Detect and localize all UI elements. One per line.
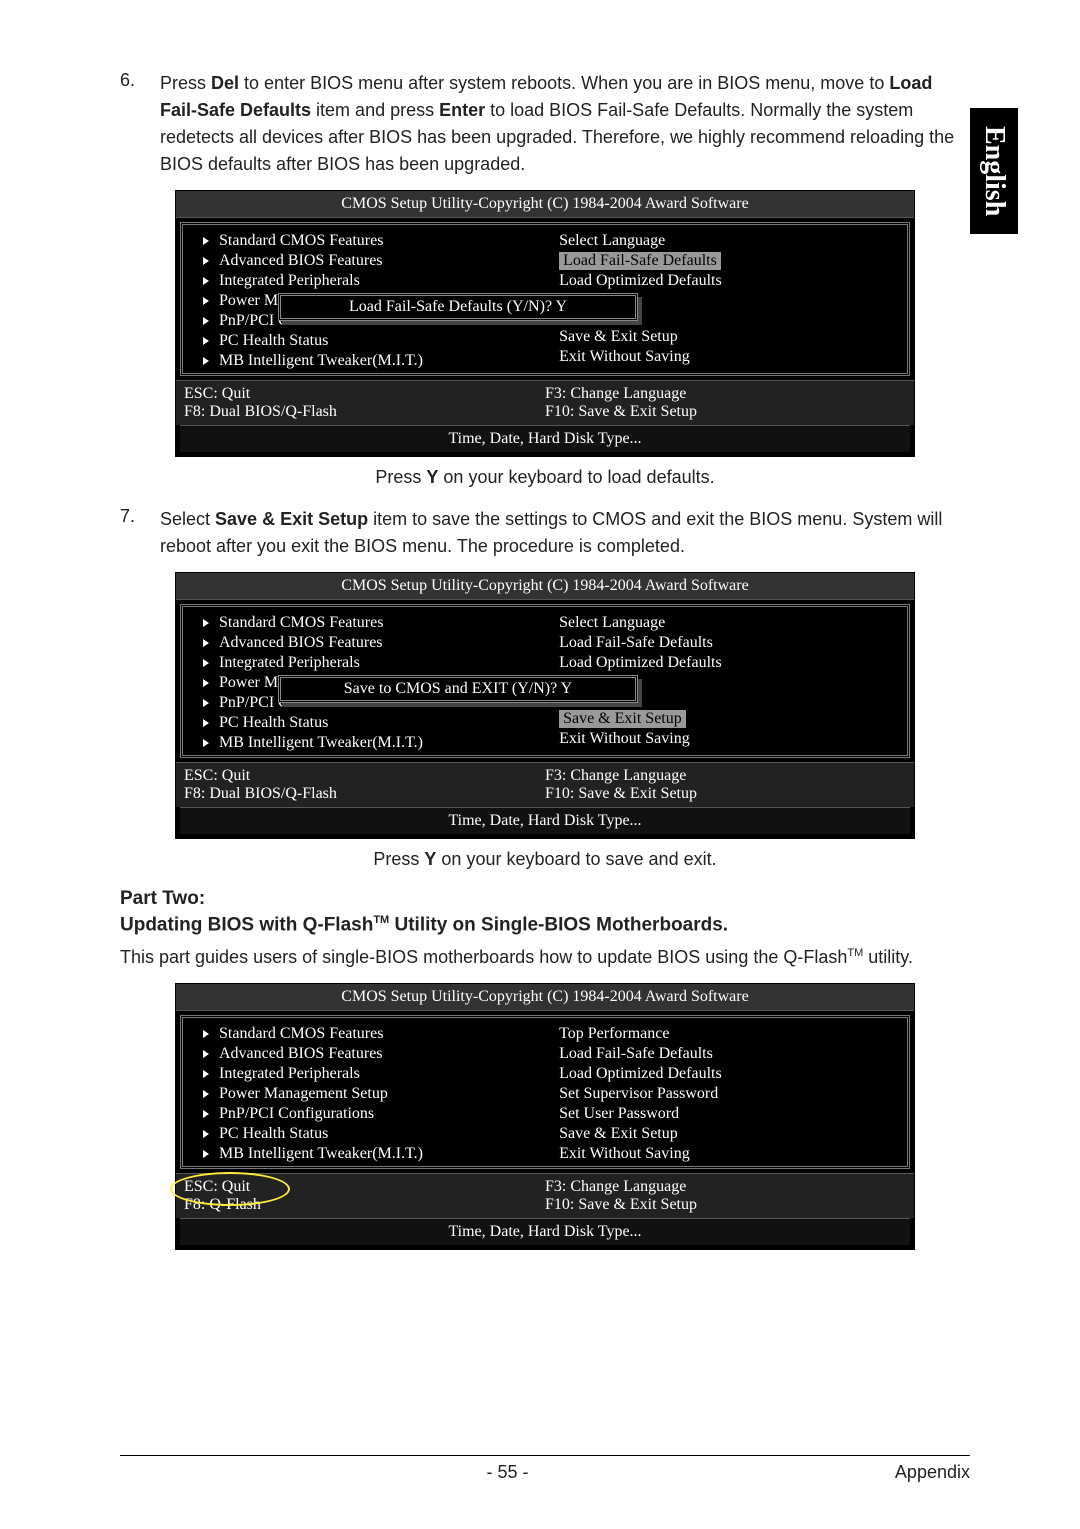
bios-menu-item[interactable]: Select Language: [559, 614, 665, 632]
language-tab: English: [970, 108, 1018, 234]
bios-dialog[interactable]: Save to CMOS and EXIT (Y/N)? Y: [278, 675, 638, 703]
bios-menu-item[interactable]: MB Intelligent Tweaker(M.I.T.): [219, 1145, 423, 1163]
bios-foot-f3: F3: Change Language: [545, 385, 906, 403]
bios-foot-esc: ESC: Quit: [184, 385, 545, 403]
triangle-icon: [203, 739, 209, 747]
bios-menu-item[interactable]: MB Intelligent Tweaker(M.I.T.): [219, 734, 423, 752]
bios-menu-item[interactable]: Load Optimized Defaults: [559, 272, 722, 290]
bios-menu-item[interactable]: Load Fail-Safe Defaults: [559, 1045, 713, 1063]
bios-foot-f3: F3: Change Language: [545, 1178, 906, 1196]
bios-menu-item[interactable]: Exit Without Saving: [559, 348, 690, 366]
bios-menu-item[interactable]: PC Health Status: [219, 332, 328, 350]
bios-foot-f10: F10: Save & Exit Setup: [545, 785, 906, 803]
bios-menu-item[interactable]: Power Management Setup: [219, 1085, 388, 1103]
bios-foot-f10: F10: Save & Exit Setup: [545, 1196, 906, 1214]
bios-menu-item[interactable]: Load Optimized Defaults: [559, 1065, 722, 1083]
bios-menu-item[interactable]: PC Health Status: [219, 714, 328, 732]
bios-menu-item[interactable]: Save & Exit Setup: [559, 1125, 678, 1143]
step-number: 6.: [120, 70, 160, 178]
bios-help-bar: Time, Date, Hard Disk Type...: [180, 1218, 910, 1245]
bios-screen-3: CMOS Setup Utility-Copyright (C) 1984-20…: [175, 983, 915, 1250]
triangle-icon: [203, 1030, 209, 1038]
bios-menu-item[interactable]: Set User Password: [559, 1105, 679, 1123]
triangle-icon: [203, 337, 209, 345]
triangle-icon: [203, 1150, 209, 1158]
bios-menu-item[interactable]: Top Performance: [559, 1025, 669, 1043]
bios-dialog[interactable]: Load Fail-Safe Defaults (Y/N)? Y: [278, 293, 638, 321]
triangle-icon: [203, 257, 209, 265]
bios-menu-item[interactable]: Set Supervisor Password: [559, 1085, 718, 1103]
triangle-icon: [203, 1130, 209, 1138]
triangle-icon: [203, 277, 209, 285]
triangle-icon: [203, 1110, 209, 1118]
bios-title: CMOS Setup Utility-Copyright (C) 1984-20…: [176, 191, 914, 218]
bios-help-bar: Time, Date, Hard Disk Type...: [180, 807, 910, 834]
step-number: 7.: [120, 506, 160, 560]
bios-foot-f8: F8: Q-Flash: [184, 1196, 545, 1214]
bios-menu-item[interactable]: Load Fail-Safe Defaults: [559, 634, 713, 652]
bios-menu-item[interactable]: Select Language: [559, 232, 665, 250]
triangle-icon: [203, 297, 209, 305]
bios-menu-item[interactable]: Integrated Peripherals: [219, 1065, 360, 1083]
step-7-text: Select Save & Exit Setup item to save th…: [160, 506, 970, 560]
bios-menu-item[interactable]: PnP/PCI Configurations: [219, 1105, 374, 1123]
bios-menu-item[interactable]: Integrated Peripherals: [219, 654, 360, 672]
caption-2: Press Y on your keyboard to save and exi…: [120, 849, 970, 870]
bios-menu-item[interactable]: Advanced BIOS Features: [219, 1045, 383, 1063]
bios-screen-1: CMOS Setup Utility-Copyright (C) 1984-20…: [175, 190, 915, 457]
bios-menu-item[interactable]: Exit Without Saving: [559, 1145, 690, 1163]
bios-screen-2: CMOS Setup Utility-Copyright (C) 1984-20…: [175, 572, 915, 839]
bios-foot-f8: F8: Dual BIOS/Q-Flash: [184, 403, 545, 421]
bios-foot-f10: F10: Save & Exit Setup: [545, 403, 906, 421]
bios-menu-item-selected[interactable]: Save & Exit Setup: [559, 710, 686, 728]
bios-title: CMOS Setup Utility-Copyright (C) 1984-20…: [176, 573, 914, 600]
bios-menu-item[interactable]: Advanced BIOS Features: [219, 634, 383, 652]
triangle-icon: [203, 1050, 209, 1058]
bios-foot-esc: ESC: Quit: [184, 767, 545, 785]
bios-help-bar: Time, Date, Hard Disk Type...: [180, 425, 910, 452]
triangle-icon: [203, 357, 209, 365]
section-label: Appendix: [895, 1462, 970, 1483]
bios-foot-f8: F8: Dual BIOS/Q-Flash: [184, 785, 545, 803]
triangle-icon: [203, 317, 209, 325]
bios-title: CMOS Setup Utility-Copyright (C) 1984-20…: [176, 984, 914, 1011]
triangle-icon: [203, 659, 209, 667]
triangle-icon: [203, 1070, 209, 1078]
triangle-icon: [203, 237, 209, 245]
part-two-body: This part guides users of single-BIOS mo…: [120, 944, 970, 971]
bios-menu-item[interactable]: Advanced BIOS Features: [219, 252, 383, 270]
part-two-heading: Part Two:: [120, 888, 970, 910]
bios-menu-item[interactable]: Exit Without Saving: [559, 730, 690, 748]
bios-menu-item[interactable]: MB Intelligent Tweaker(M.I.T.): [219, 352, 423, 370]
bios-menu-item[interactable]: Standard CMOS Features: [219, 1025, 383, 1043]
bios-menu-item[interactable]: Save & Exit Setup: [559, 328, 678, 346]
page-number: - 55 -: [486, 1462, 528, 1483]
triangle-icon: [203, 719, 209, 727]
bios-menu-item[interactable]: Standard CMOS Features: [219, 614, 383, 632]
bios-menu-item[interactable]: Standard CMOS Features: [219, 232, 383, 250]
bios-foot-f3: F3: Change Language: [545, 767, 906, 785]
bios-menu-item[interactable]: PC Health Status: [219, 1125, 328, 1143]
bios-foot-esc: ESC: Quit: [184, 1178, 545, 1196]
triangle-icon: [203, 699, 209, 707]
bios-menu-item[interactable]: Load Optimized Defaults: [559, 654, 722, 672]
triangle-icon: [203, 1090, 209, 1098]
triangle-icon: [203, 679, 209, 687]
bios-menu-item-selected[interactable]: Load Fail-Safe Defaults: [559, 252, 721, 270]
triangle-icon: [203, 639, 209, 647]
bios-menu-item[interactable]: Integrated Peripherals: [219, 272, 360, 290]
part-two-subtitle: Updating BIOS with Q-FlashTM Utility on …: [120, 914, 970, 936]
step-6-text: Press Del to enter BIOS menu after syste…: [160, 70, 970, 178]
caption-1: Press Y on your keyboard to load default…: [120, 467, 970, 488]
triangle-icon: [203, 619, 209, 627]
